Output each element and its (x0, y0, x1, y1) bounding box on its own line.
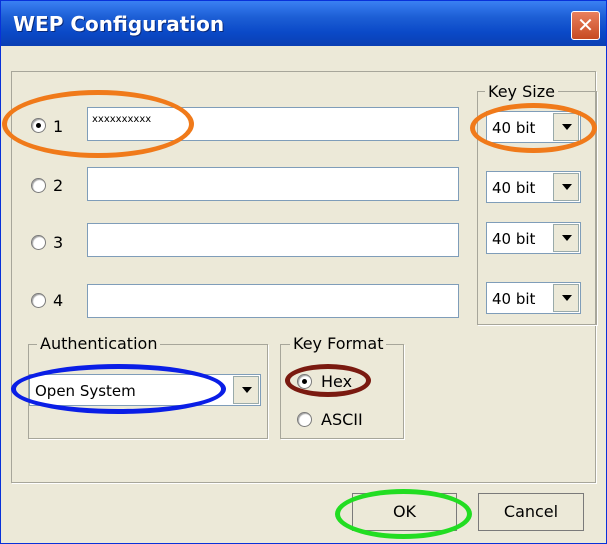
key-3-size-value: 40 bit (492, 230, 536, 248)
key-4-input[interactable] (87, 284, 459, 318)
key-1-size-select[interactable]: 40 bit (486, 111, 581, 143)
close-icon: ✕ (577, 13, 594, 37)
ok-button[interactable]: OK (352, 493, 457, 531)
key-4-size-value: 40 bit (492, 290, 536, 308)
ascii-radio[interactable] (297, 412, 312, 427)
chevron-down-icon[interactable] (553, 173, 579, 201)
close-button[interactable]: ✕ (571, 11, 600, 40)
hex-label: Hex (321, 372, 353, 391)
key-2-radio[interactable] (31, 178, 46, 193)
key-3-input[interactable] (87, 223, 459, 257)
dialog-title: WEP Configuration (13, 12, 225, 36)
key-2-input[interactable] (87, 167, 459, 201)
authentication-select[interactable]: Open System (29, 374, 261, 406)
title-bar: WEP Configuration ✕ (1, 1, 606, 46)
key-4-size-select[interactable]: 40 bit (486, 282, 581, 314)
key-3-label: 3 (53, 233, 64, 252)
hex-radio[interactable] (297, 374, 312, 389)
chevron-down-icon[interactable] (233, 376, 259, 404)
key-1-size-value: 40 bit (492, 119, 536, 137)
cancel-button[interactable]: Cancel (478, 493, 584, 531)
key-4-radio[interactable] (31, 293, 46, 308)
authentication-group-title: Authentication (37, 334, 161, 353)
authentication-value: Open System (35, 382, 136, 400)
key-2-size-select[interactable]: 40 bit (486, 171, 581, 203)
chevron-down-icon[interactable] (553, 224, 579, 252)
chevron-down-icon[interactable] (553, 284, 579, 312)
ascii-label: ASCII (321, 410, 363, 429)
key-2-label: 2 (53, 176, 64, 195)
radio-selected-dot (36, 123, 41, 128)
key-2-size-value: 40 bit (492, 179, 536, 197)
key-3-radio[interactable] (31, 235, 46, 250)
key-1-label: 1 (53, 117, 64, 136)
radio-selected-dot (302, 379, 307, 384)
key-size-group-title: Key Size (485, 82, 558, 101)
chevron-down-icon[interactable] (553, 113, 579, 141)
wep-configuration-dialog: WEP Configuration ✕ 1 xxxxxxxxxx 2 3 4 K… (0, 0, 607, 544)
key-1-input[interactable]: xxxxxxxxxx (87, 107, 459, 141)
key-1-radio[interactable] (31, 118, 46, 133)
key-3-size-select[interactable]: 40 bit (486, 222, 581, 254)
key-format-group-title: Key Format (290, 334, 387, 353)
key-4-label: 4 (53, 291, 64, 310)
